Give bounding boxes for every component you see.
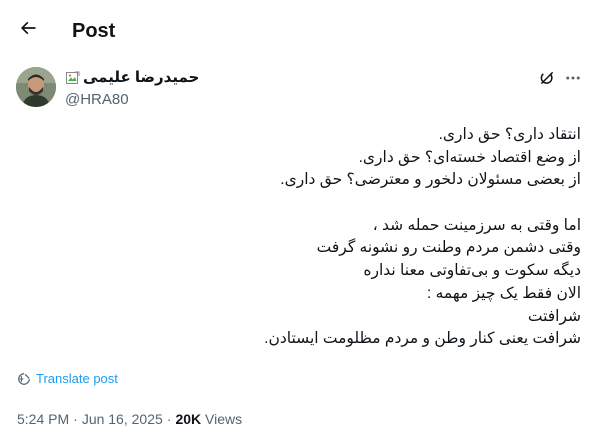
back-button[interactable] bbox=[12, 12, 44, 44]
tweet-line: الان فقط یک چیز مهمه : bbox=[426, 284, 581, 302]
grok-icon bbox=[540, 71, 554, 85]
views-count: 20K bbox=[175, 411, 202, 427]
tweet-line: از وضع اقتصاد خسته‌ای؟ حق داری. bbox=[358, 148, 581, 166]
more-button[interactable] bbox=[562, 67, 584, 89]
tweet-line bbox=[21, 192, 581, 215]
post-date[interactable]: Jun 16, 2025 bbox=[82, 411, 163, 428]
translate-globe-icon bbox=[18, 373, 30, 385]
avatar[interactable] bbox=[16, 67, 56, 107]
post-header: Post bbox=[0, 0, 598, 58]
arrow-left-icon bbox=[20, 21, 36, 35]
author-display-name[interactable]: حمیدرضا علیمی bbox=[83, 69, 199, 87]
author-handle[interactable]: @HRA80 bbox=[65, 91, 129, 109]
grok-button[interactable] bbox=[536, 67, 558, 89]
translate-post-button[interactable]: Translate post bbox=[17, 371, 118, 387]
author-name-line: حمیدرضا علیمی bbox=[65, 69, 199, 87]
meta-separator: · bbox=[73, 411, 78, 427]
more-horizontal-icon bbox=[566, 76, 580, 80]
tweet-text: انتقاد داری؟ حق داری. از وضع اقتصاد خسته‌… bbox=[21, 124, 581, 351]
tweet-line: وقتی دشمن مردم وطنت رو نشونه گرفت bbox=[316, 239, 581, 257]
tweet-line: انتقاد داری؟ حق داری. bbox=[438, 126, 581, 143]
tweet-line: از بعضی مسئولان دلخور و معترضی؟ حق داری. bbox=[280, 171, 581, 189]
translate-label: Translate post bbox=[36, 371, 118, 386]
author-row: حمیدرضا علیمی @HRA80 bbox=[16, 67, 586, 109]
meta-separator: · bbox=[166, 411, 172, 427]
tweet-line: شرافت یعنی کنار وطن و مردم مظلومت ایستاد… bbox=[264, 330, 581, 348]
post-time[interactable]: 5:24 PM bbox=[17, 411, 69, 428]
post-meta: 5:24 PM · Jun 16, 2025 · 20K Views bbox=[17, 411, 242, 428]
tweet-line: دیگه سکوت و بی‌تفاوتی معنا نداره bbox=[363, 262, 581, 280]
broken-image-icon bbox=[66, 71, 80, 84]
tweet-line: اما وقتی به سرزمینت حمله شد ، bbox=[372, 216, 581, 234]
page-title: Post bbox=[72, 20, 116, 42]
avatar-image bbox=[16, 67, 56, 107]
views-label: Views bbox=[205, 411, 243, 427]
tweet-line: شرافتت bbox=[527, 307, 581, 325]
